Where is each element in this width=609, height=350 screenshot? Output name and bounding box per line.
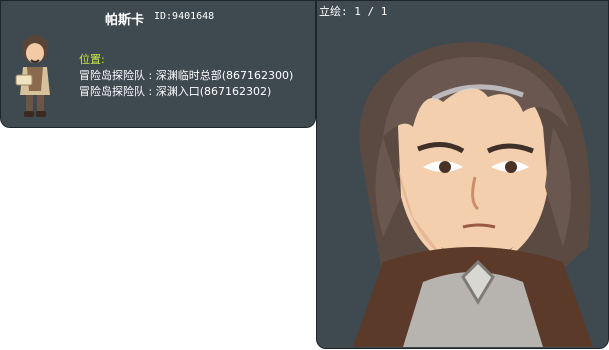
npc-info-panel: 帕斯卡 ID:9401648 位置: 冒险岛探险队 : 深渊临时总部(86716…: [0, 0, 316, 128]
location-row: 冒险岛探险队 : 深渊入口(867162302): [79, 85, 272, 98]
location-label: 位置:: [79, 53, 105, 66]
location-row: 冒险岛探险队 : 深渊临时总部(867162300): [79, 69, 294, 82]
npc-sprite-image: [15, 35, 50, 117]
npc-portrait-image: [353, 42, 593, 347]
npc-name: 帕斯卡: [105, 13, 145, 28]
illustration-panel: 立绘: 1 / 1: [316, 0, 609, 349]
npc-id: ID:9401648: [154, 11, 215, 22]
